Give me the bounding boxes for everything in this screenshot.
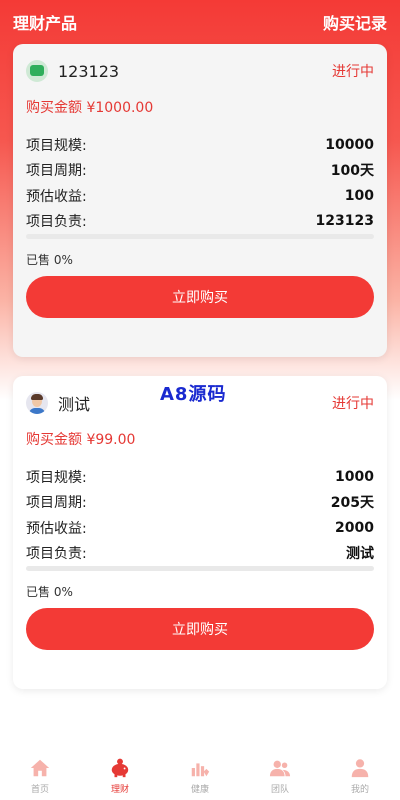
sales-progress-bar bbox=[26, 566, 374, 571]
product-name: 123123 bbox=[58, 61, 120, 81]
detail-row-scale: 项目规模: 1000 bbox=[26, 464, 374, 490]
sold-percentage: 已售 0% bbox=[26, 253, 73, 267]
bottom-tab-bar: 首页 理财 健康 团队 我的 bbox=[0, 752, 400, 800]
piggy-bank-icon bbox=[111, 758, 129, 778]
detail-value: 100天 bbox=[330, 163, 374, 180]
detail-label: 项目规模: bbox=[26, 137, 87, 154]
product-avatar-icon bbox=[26, 392, 48, 414]
tab-health[interactable]: 健康 bbox=[160, 752, 240, 800]
product-header: 123123 进行中 bbox=[26, 58, 374, 84]
user-icon bbox=[351, 759, 369, 778]
purchase-amount: 购买金额 ¥1000.00 bbox=[26, 100, 154, 116]
home-icon bbox=[30, 759, 50, 777]
detail-row-yield: 预估收益: 100 bbox=[26, 183, 374, 209]
detail-value: 205天 bbox=[330, 495, 374, 512]
detail-label: 预估收益: bbox=[26, 188, 87, 205]
buy-now-button[interactable]: 立即购买 bbox=[26, 276, 374, 318]
detail-row-scale: 项目规模: 10000 bbox=[26, 132, 374, 158]
detail-row-manager: 项目负责: 123123 bbox=[26, 209, 374, 235]
watermark-text: A8源码 bbox=[160, 384, 227, 405]
tab-mine[interactable]: 我的 bbox=[320, 752, 400, 800]
status-badge: 进行中 bbox=[332, 64, 374, 80]
product-card[interactable]: 123123 进行中 购买金额 ¥1000.00 项目规模: 10000 项目周… bbox=[13, 44, 387, 357]
product-card[interactable]: 测试 进行中 购买金额 ¥99.00 项目规模: 1000 项目周期: 205天… bbox=[13, 376, 387, 689]
product-name: 测试 bbox=[58, 395, 91, 414]
sales-progress-bar bbox=[26, 234, 374, 239]
product-details: 项目规模: 1000 项目周期: 205天 预估收益: 2000 项目负责: 测… bbox=[26, 464, 374, 566]
detail-row-period: 项目周期: 100天 bbox=[26, 158, 374, 184]
status-badge: 进行中 bbox=[332, 396, 374, 412]
detail-label: 项目规模: bbox=[26, 469, 87, 486]
detail-label: 项目周期: bbox=[26, 163, 87, 180]
top-bar: 理财产品 购买记录 bbox=[0, 0, 400, 44]
tab-home[interactable]: 首页 bbox=[0, 752, 80, 800]
detail-row-yield: 预估收益: 2000 bbox=[26, 515, 374, 541]
detail-label: 预估收益: bbox=[26, 520, 87, 537]
detail-value: 123123 bbox=[315, 213, 374, 230]
purchase-amount: 购买金额 ¥99.00 bbox=[26, 432, 136, 448]
product-details: 项目规模: 10000 项目周期: 100天 预估收益: 100 项目负责: 1… bbox=[26, 132, 374, 234]
tab-finance[interactable]: 理财 bbox=[80, 752, 160, 800]
tab-label: 健康 bbox=[190, 785, 209, 795]
page-title: 理财产品 bbox=[13, 14, 78, 33]
detail-value: 2000 bbox=[335, 519, 374, 536]
tab-label: 首页 bbox=[30, 785, 49, 795]
health-chart-icon bbox=[191, 763, 210, 777]
tab-label: 团队 bbox=[270, 785, 289, 795]
detail-label: 项目负责: bbox=[26, 546, 87, 563]
detail-label: 项目周期: bbox=[26, 495, 87, 512]
purchase-records-link[interactable]: 购买记录 bbox=[323, 10, 387, 34]
detail-label: 项目负责: bbox=[26, 214, 87, 231]
detail-value: 10000 bbox=[325, 136, 374, 153]
sold-percentage: 已售 0% bbox=[26, 585, 73, 599]
tab-team[interactable]: 团队 bbox=[240, 752, 320, 800]
detail-row-manager: 项目负责: 测试 bbox=[26, 541, 374, 567]
detail-row-period: 项目周期: 205天 bbox=[26, 490, 374, 516]
detail-value: 1000 bbox=[335, 468, 374, 485]
detail-value: 测试 bbox=[346, 546, 374, 563]
detail-value: 100 bbox=[344, 187, 374, 204]
product-avatar-icon bbox=[26, 60, 48, 82]
buy-now-button[interactable]: 立即购买 bbox=[26, 608, 374, 650]
team-icon bbox=[269, 760, 291, 777]
tab-label: 我的 bbox=[350, 785, 369, 795]
tab-label: 理财 bbox=[110, 785, 129, 795]
